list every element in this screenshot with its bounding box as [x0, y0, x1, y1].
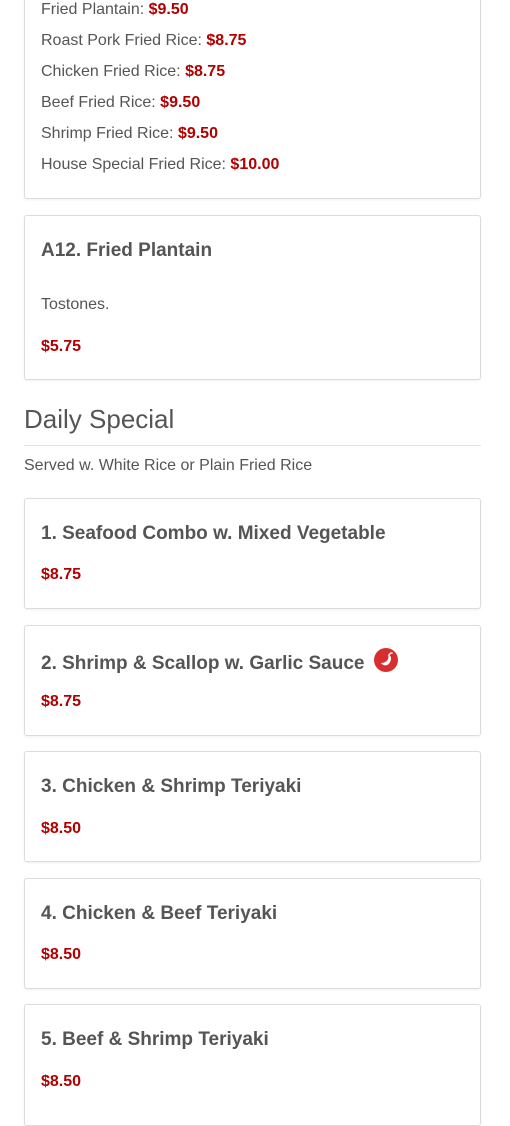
menu-item-card[interactable]: 4. Chicken & Beef Teriyaki $8.50 — [24, 878, 481, 989]
menu-item-card[interactable]: A12. Fried Plantain Tostones. $5.75 — [24, 215, 481, 380]
price-line-label: Shrimp Fried Rice: — [41, 125, 174, 142]
menu-item-price: $8.75 — [41, 693, 82, 710]
section-title: Daily Special — [24, 404, 175, 434]
price-line-label: House Special Fried Rice: — [41, 156, 226, 173]
price-line: Fried Plantain: $9.50 — [41, 1, 189, 19]
menu-item-card[interactable]: 1. Seafood Combo w. Mixed Vegetable $8.7… — [24, 498, 481, 609]
section-subtitle: Served w. White Rice or Plain Fried Rice — [24, 457, 313, 474]
menu-item-card[interactable]: 2. Shrimp & Scallop w. Garlic Sauce $8.7… — [24, 625, 481, 736]
price-line: Roast Pork Fried Rice: $8.75 — [41, 32, 246, 50]
price-line-label: Beef Fried Rice: — [41, 94, 156, 111]
menu-item-title-row: 2. Shrimp & Scallop w. Garlic Sauce — [41, 648, 398, 675]
price-line-value: $8.75 — [206, 32, 247, 49]
menu-item-price: $8.75 — [41, 566, 82, 583]
chili-pepper-icon — [373, 648, 398, 672]
price-line: House Special Fried Rice: $10.00 — [41, 156, 279, 174]
section-divider — [24, 445, 481, 446]
menu-item-card[interactable]: 3. Chicken & Shrimp Teriyaki $8.50 — [24, 751, 481, 862]
menu-item-title: 2. Shrimp & Scallop w. Garlic Sauce — [41, 653, 365, 674]
price-line: Shrimp Fried Rice: $9.50 — [41, 125, 218, 143]
price-line-value: $9.50 — [160, 94, 201, 111]
menu-item-title: 3. Chicken & Shrimp Teriyaki — [41, 776, 302, 797]
fried-rice-card: Fried Plantain: $9.50 Roast Pork Fried R… — [24, 0, 481, 199]
price-line: Beef Fried Rice: $9.50 — [41, 94, 200, 112]
menu-item-price: $8.50 — [41, 946, 82, 963]
menu-item-price: $8.50 — [41, 1073, 82, 1090]
price-line-label: Roast Pork Fried Rice: — [41, 32, 202, 49]
menu-item-price: $5.75 — [41, 338, 82, 355]
price-line-value: $9.50 — [148, 1, 189, 18]
price-line-value: $10.00 — [230, 156, 280, 173]
price-line-value: $8.75 — [185, 63, 226, 80]
price-line-value: $9.50 — [177, 125, 218, 142]
menu-item-title: 4. Chicken & Beef Teriyaki — [41, 903, 278, 924]
price-line-label: Fried Plantain: — [41, 1, 145, 18]
menu-item-title: 5. Beef & Shrimp Teriyaki — [41, 1029, 269, 1050]
price-line: Chicken Fried Rice: $8.75 — [41, 63, 225, 81]
menu-item-price: $8.50 — [41, 820, 82, 837]
menu-item-title: 1. Seafood Combo w. Mixed Vegetable — [41, 523, 386, 544]
price-line-label: Chicken Fried Rice: — [41, 63, 181, 80]
menu-item-title: A12. Fried Plantain — [41, 240, 213, 261]
menu-item-description: Tostones. — [41, 296, 110, 313]
